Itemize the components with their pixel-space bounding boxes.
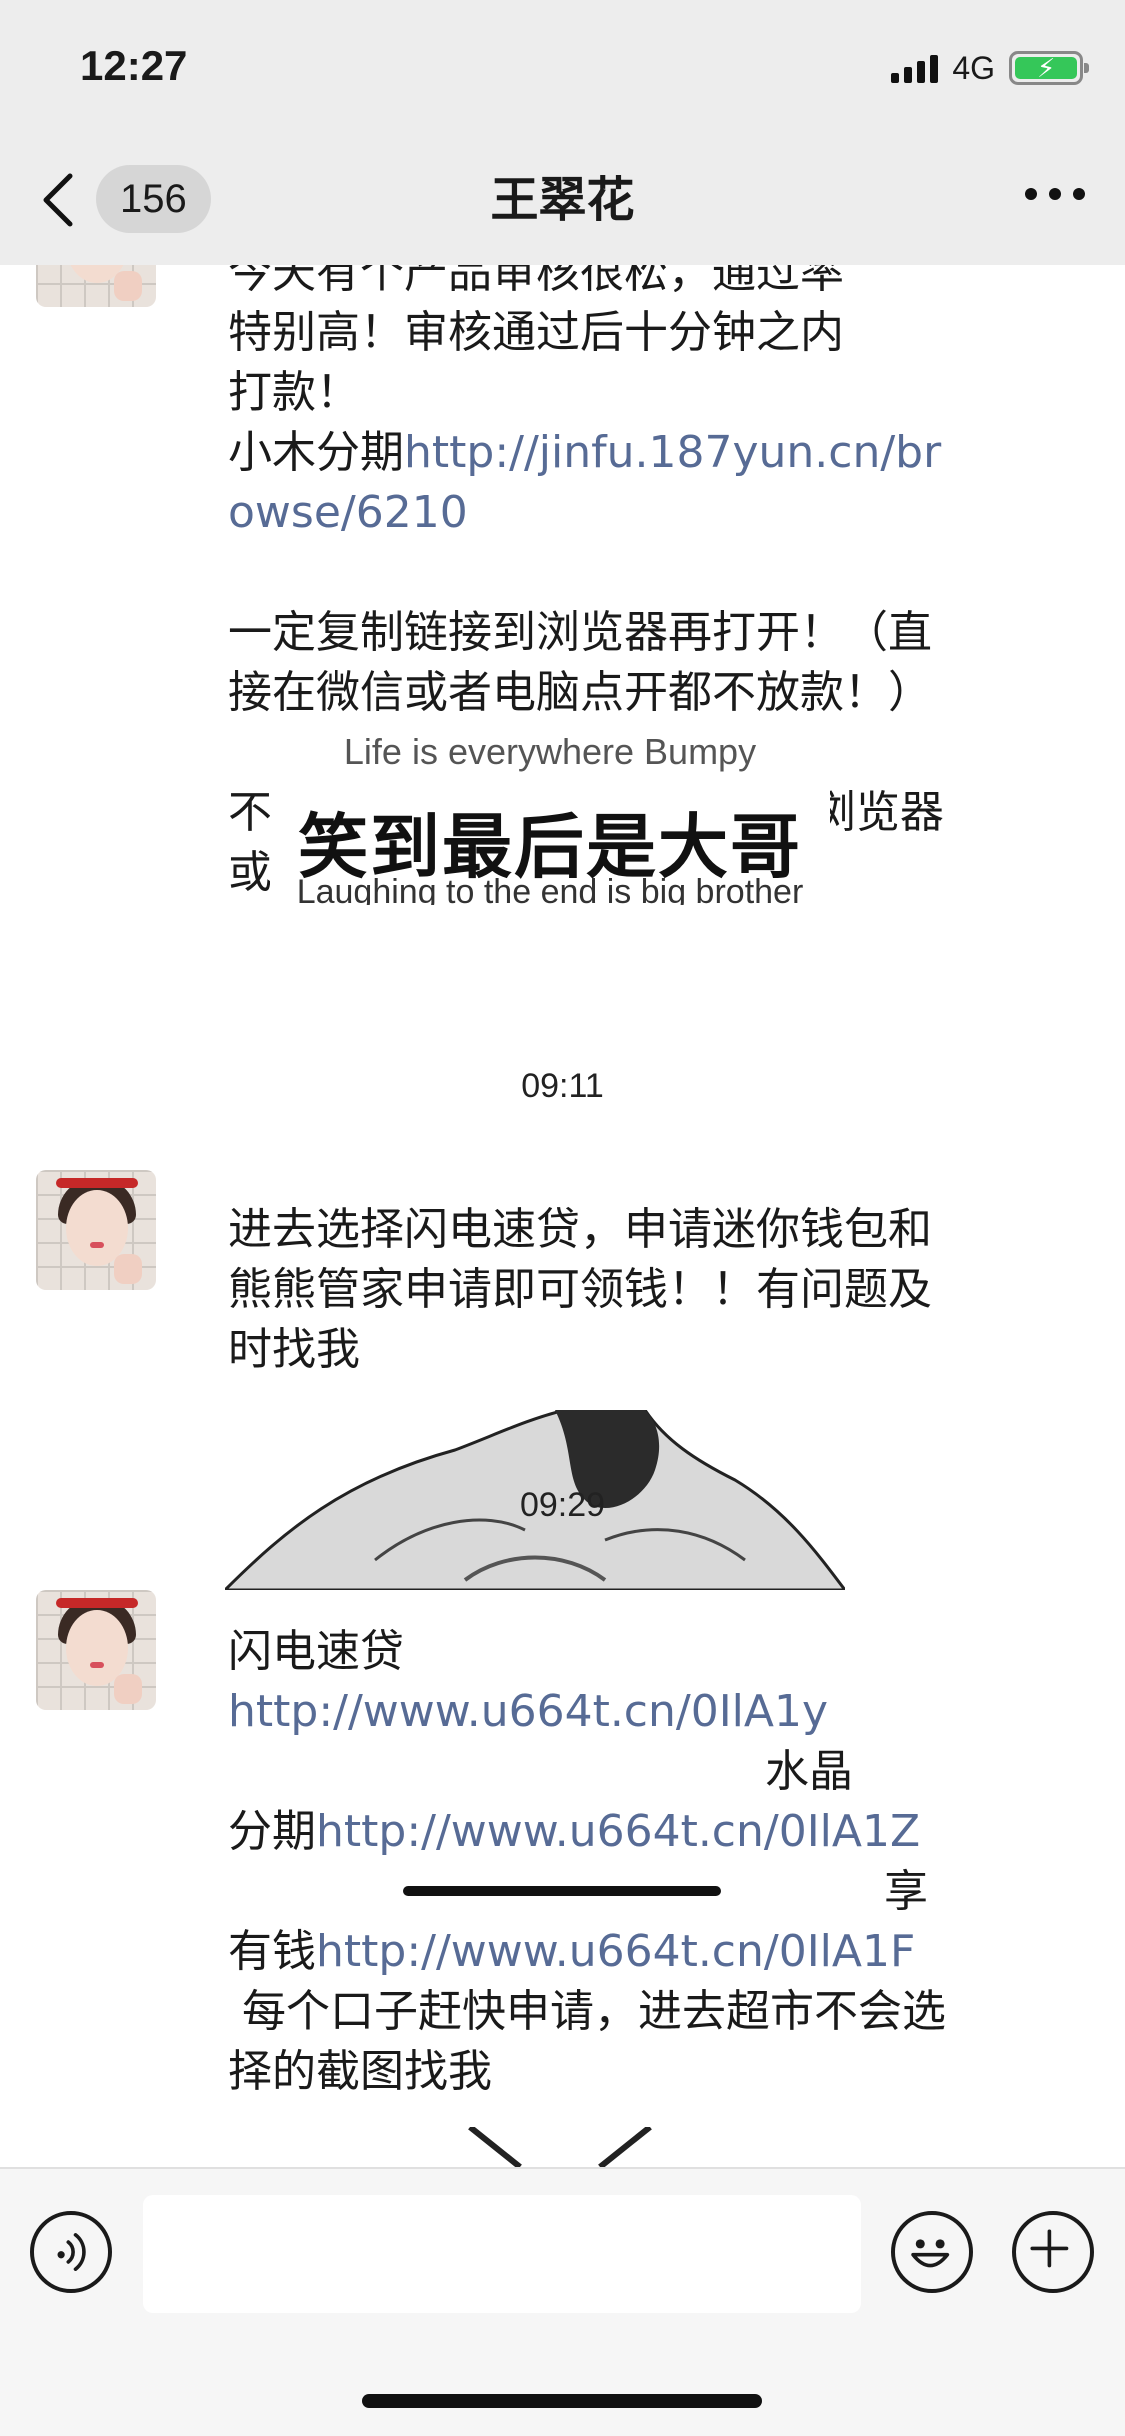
chat-area[interactable]: 今天有个产品审核很松，通过率 特别高！审核通过后十分钟之内 打款！ 小木分期 ht… <box>0 265 1125 2167</box>
emoji-icon[interactable] <box>891 2211 973 2293</box>
message-link[interactable]: http://www.u664t.cn/0IlA1y <box>228 1686 828 1737</box>
message-text: 闪电速贷 http://www.u664t.cn/0IlA1y 水晶 分期http… <box>228 1622 948 2102</box>
message-line: 分期 <box>228 1806 316 1857</box>
avatar[interactable] <box>36 265 156 307</box>
scroll-bar <box>403 1886 721 1896</box>
message-line: 小木分期 <box>228 427 404 478</box>
plus-icon[interactable] <box>1012 2211 1094 2293</box>
message-line: 有钱 <box>228 1926 316 1977</box>
more-dots-icon[interactable] <box>1025 188 1085 200</box>
message-line: 每个口子赶快申请，进去超市不会选择的截图找我 <box>228 1986 946 2097</box>
time-stamp: 09:11 <box>521 1067 604 1105</box>
voice-icon[interactable] <box>30 2211 112 2293</box>
battery-icon: ⚡ <box>1009 51 1089 85</box>
status-time: 12:27 <box>80 42 188 89</box>
avatar[interactable] <box>36 1590 156 1710</box>
message-line: 特别高！审核通过后十分钟之内 <box>228 307 844 358</box>
message-paragraph: 一定复制链接到浏览器再打开！（直接在微信或者电脑点开都不放款！） <box>228 607 932 718</box>
sticker-image[interactable] <box>460 2127 660 2167</box>
status-indicators: 4G ⚡ <box>891 48 1089 88</box>
message-line: 打款！ <box>228 367 360 418</box>
message-text: 进去选择闪电速贷，申请迷你钱包和熊熊管家申请即可领钱！！有问题及时找我 <box>228 1204 932 1375</box>
message-line: 今天有个产品审核很松，通过率 <box>228 265 844 298</box>
message-link[interactable]: http://www.u664t.cn/0IlA1F <box>316 1926 915 1977</box>
message-input[interactable] <box>143 2195 861 2313</box>
sticker-bottom-text: Laughing to the end is big brother <box>296 873 804 905</box>
signal-icon <box>891 53 939 83</box>
sticker-top-text: Life is everywhere Bumpy <box>343 731 757 772</box>
avatar[interactable] <box>36 1170 156 1290</box>
top-bar: 12:27 4G ⚡ 156 王翠花 <box>0 0 1125 265</box>
chat-title: 王翠花 <box>490 172 635 228</box>
message-link[interactable]: http://www.u664t.cn/0IlA1Z <box>316 1806 920 1857</box>
message-line: 闪电速贷 <box>228 1626 404 1677</box>
home-indicator[interactable] <box>362 2394 762 2408</box>
network-type: 4G <box>952 49 995 86</box>
message-line: 水晶 <box>765 1746 853 1797</box>
time-stamp: 09:29 <box>519 1486 606 1524</box>
sticker-image[interactable]: Life is everywhere Bumpy 笑到最后是大哥 Laughin… <box>270 725 830 905</box>
